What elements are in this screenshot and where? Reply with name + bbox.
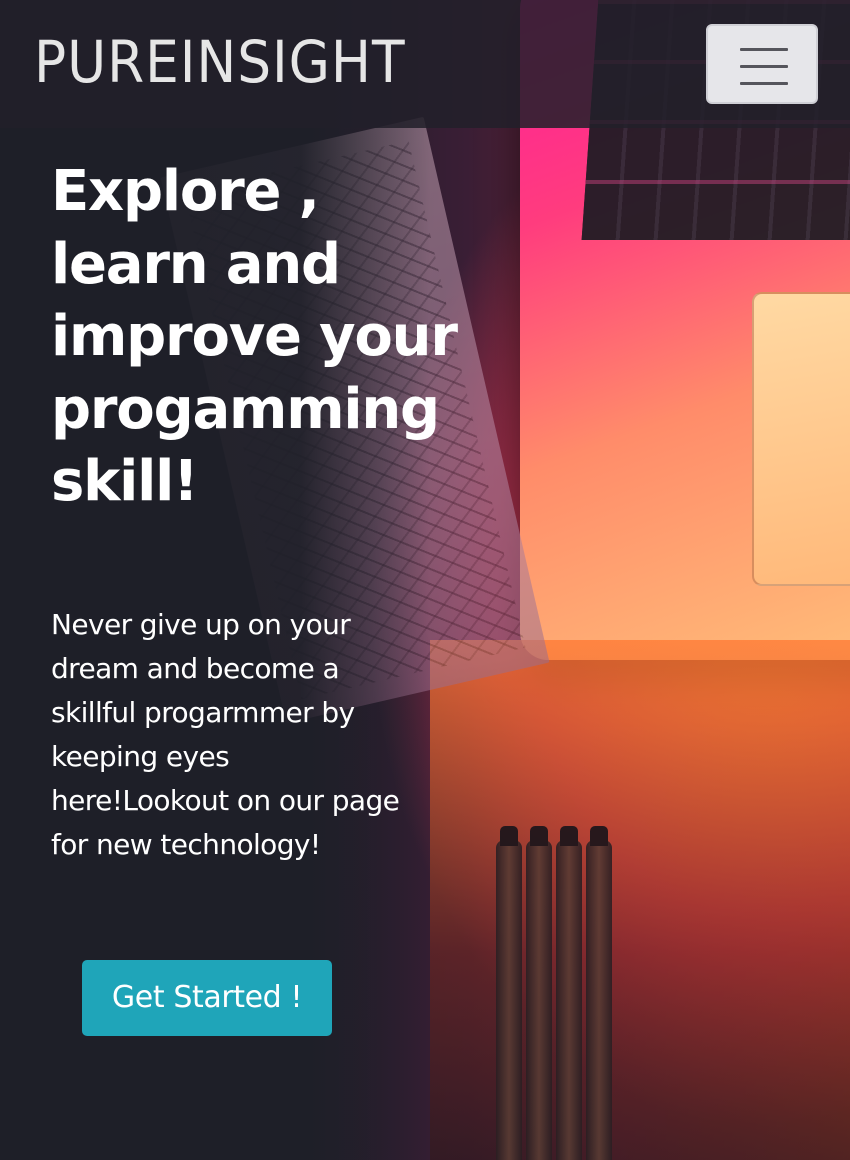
- hero-title: Explore , learn and improve your progamm…: [51, 159, 458, 514]
- trackpad-image-shape: [752, 292, 850, 586]
- brand-logo-link[interactable]: PUREINSIGHT: [34, 24, 405, 100]
- navbar: PUREINSIGHT: [0, 0, 850, 128]
- pen-image-shape: [586, 826, 612, 1160]
- desk-image-shape: [430, 640, 850, 1160]
- menu-toggle-button[interactable]: [706, 24, 818, 104]
- get-started-button[interactable]: Get Started !: [82, 960, 332, 1036]
- pen-image-shape: [496, 826, 522, 1160]
- pen-image-shape: [556, 826, 582, 1160]
- hero-description: Never give up on your dream and become a…: [51, 608, 400, 861]
- pen-image-shape: [526, 826, 552, 1160]
- landing-page: PUREINSIGHT Explore , learn and improve …: [0, 0, 850, 1160]
- hamburger-menu-icon: [740, 48, 788, 85]
